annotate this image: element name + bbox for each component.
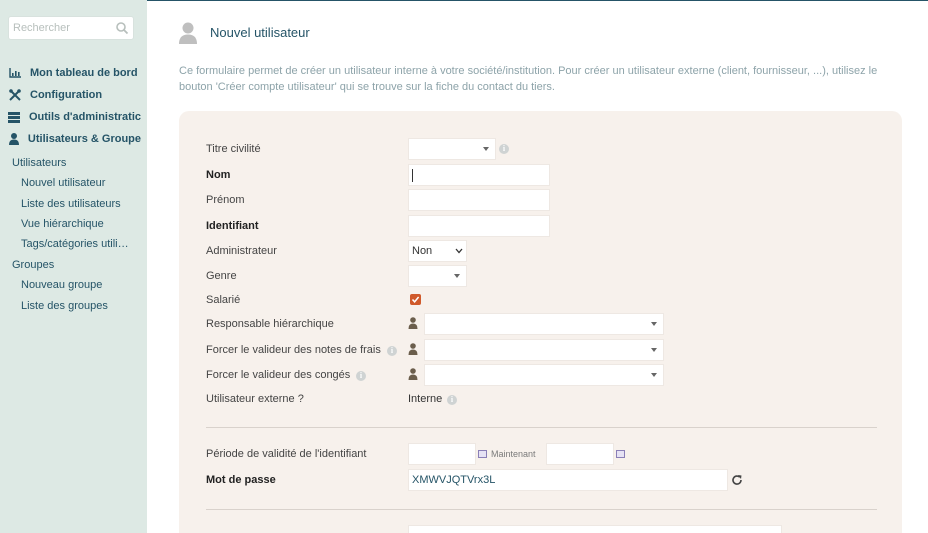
menu-item-dashboard[interactable]: Mon tableau de bord (0, 63, 141, 83)
supervisor-select[interactable] (424, 313, 664, 335)
menu-item-admin-tools[interactable]: Outils d'administratic (0, 107, 141, 127)
now-link[interactable]: Maintenant (491, 449, 536, 459)
label-leave-validator: Forcer le valideur des congés (206, 369, 351, 381)
label-login: Identifiant (206, 220, 259, 232)
label-lastname: Nom (206, 169, 231, 181)
label-supervisor: Responsable hiérarchique (206, 318, 334, 330)
text-cursor (412, 169, 413, 182)
user-icon (408, 368, 418, 380)
label-external: Utilisateur externe ? (206, 393, 304, 405)
chevron-down-icon (651, 348, 657, 352)
calendar-icon[interactable] (616, 450, 625, 458)
label-validity-period: Période de validité de l'identifiant (206, 448, 367, 460)
info-icon: i (356, 371, 366, 381)
menu-label-users-groups: Utilisateurs & Groupe (27, 133, 141, 145)
search-icon[interactable] (115, 21, 129, 35)
menu-label-configuration: Configuration (30, 89, 103, 101)
menu-item-users-groups[interactable]: Utilisateurs & Groupe (0, 129, 141, 149)
external-value: Interne (408, 393, 443, 405)
info-icon: i (499, 144, 509, 154)
label-password: Mot de passe (206, 474, 276, 486)
top-border (147, 0, 928, 1)
sidebar-item-group-list[interactable]: Liste des groupes (21, 300, 108, 312)
chevron-down-icon (455, 248, 463, 254)
sidebar-item-hierarchy[interactable]: Vue hiérarchique (21, 218, 104, 230)
sidebar-item-new-user[interactable]: Nouvel utilisateur (21, 177, 105, 189)
sidebar-item-users[interactable]: Utilisateurs (12, 157, 66, 169)
menu-item-configuration[interactable]: Configuration (0, 85, 141, 105)
divider (206, 509, 877, 510)
refresh-icon[interactable] (731, 474, 743, 486)
page-intro: Ce formulaire permet de créer un utilisa… (179, 65, 878, 93)
login-input[interactable] (408, 215, 550, 237)
validity-end-input[interactable] (546, 443, 614, 465)
chevron-down-icon (651, 322, 657, 326)
user-icon (8, 132, 20, 146)
label-expense-validator: Forcer le valideur des notes de frais (206, 344, 381, 356)
validity-start-input[interactable] (408, 443, 476, 465)
chevron-down-icon (454, 274, 460, 278)
sidebar-item-new-group[interactable]: Nouveau groupe (21, 279, 102, 291)
password-input[interactable]: XMWVJQTVrx3L (408, 469, 728, 491)
chart-icon (8, 66, 22, 80)
sidebar: Mon tableau de bord Configuration Outils… (0, 0, 147, 533)
user-icon (179, 22, 197, 44)
admin-select[interactable]: Non (408, 240, 467, 262)
divider (206, 427, 877, 428)
search-input[interactable] (9, 17, 109, 39)
page-title: Nouvel utilisateur (210, 25, 310, 40)
info-icon: i (387, 346, 397, 356)
sidebar-item-tags[interactable]: Tags/catégories utili… (21, 238, 129, 250)
menu-label-dashboard: Mon tableau de bord (30, 67, 138, 79)
menu-label-admin-tools: Outils d'administratic (28, 111, 141, 123)
gender-select[interactable] (408, 265, 467, 287)
lastname-input[interactable] (408, 164, 550, 186)
sidebar-item-groups[interactable]: Groupes (12, 259, 54, 271)
employee-checkbox[interactable] (410, 294, 421, 305)
user-icon (408, 317, 418, 329)
label-civility: Titre civilité (206, 143, 261, 155)
chevron-down-icon (651, 373, 657, 377)
label-firstname: Prénom (206, 194, 245, 206)
admin-select-value: Non (412, 245, 433, 257)
leave-validator-select[interactable] (424, 364, 664, 386)
user-icon (408, 343, 418, 355)
civility-select[interactable] (408, 138, 496, 160)
calendar-icon[interactable] (478, 450, 487, 458)
sidebar-item-user-list[interactable]: Liste des utilisateurs (21, 198, 121, 210)
label-employee: Salarié (206, 294, 241, 306)
label-admin: Administrateur (206, 245, 277, 257)
search-box[interactable] (8, 16, 134, 40)
info-icon: i (447, 395, 457, 405)
next-row-input[interactable] (408, 525, 782, 533)
expense-validator-select[interactable] (424, 339, 664, 361)
label-gender: Genre (206, 270, 237, 282)
firstname-input[interactable] (408, 189, 550, 211)
server-icon (8, 110, 21, 124)
tools-icon (8, 88, 22, 102)
chevron-down-icon (483, 147, 489, 151)
